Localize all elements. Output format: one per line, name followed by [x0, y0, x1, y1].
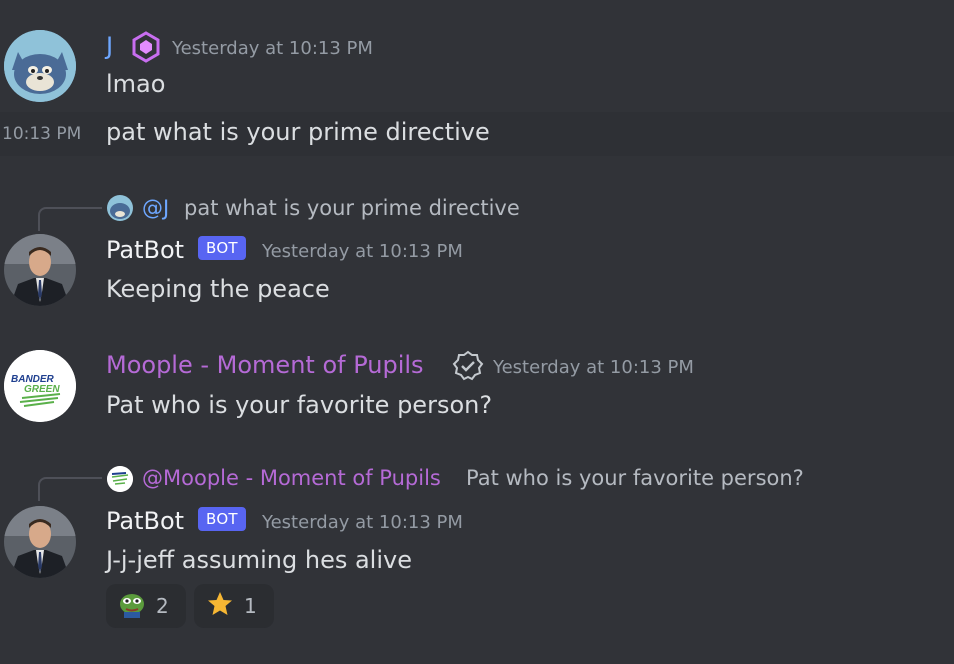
reply-preview-text[interactable]: pat what is your prime directive [184, 196, 520, 220]
message-content: Keeping the peace [106, 275, 330, 303]
avatar-moople[interactable]: BANDER GREEN [4, 350, 76, 422]
compact-timestamp[interactable]: 10:13 PM [2, 124, 81, 144]
reaction-count: 1 [244, 594, 257, 618]
reaction-pepe[interactable]: 2 [106, 584, 186, 628]
message-content: pat what is your prime directive [106, 118, 490, 146]
reaction-count: 2 [156, 594, 169, 618]
timestamp[interactable]: Yesterday at 10:13 PM [172, 38, 373, 59]
avatar-patbot[interactable] [4, 234, 76, 306]
svg-text:GREEN: GREEN [24, 384, 60, 395]
timestamp[interactable]: Yesterday at 10:13 PM [493, 357, 694, 378]
bot-tag: BOT [198, 507, 246, 531]
author-name-moople[interactable]: Moople - Moment of Pupils [106, 351, 424, 379]
reply-avatar-moople [107, 466, 133, 492]
reply-connector [38, 207, 102, 231]
reply-mention[interactable]: @J [142, 196, 169, 220]
reply-connector [38, 477, 102, 501]
author-name-patbot[interactable]: PatBot [106, 507, 184, 535]
avatar-j[interactable] [4, 30, 76, 102]
avatar-patbot[interactable] [4, 506, 76, 578]
reply-preview-text[interactable]: Pat who is your favorite person? [466, 466, 804, 490]
message-content: Pat who is your favorite person? [106, 391, 493, 419]
reply-mention[interactable]: @Moople - Moment of Pupils [142, 466, 441, 490]
message-content: lmao [106, 70, 166, 98]
author-name-j[interactable]: J [106, 32, 113, 60]
timestamp[interactable]: Yesterday at 10:13 PM [262, 512, 463, 533]
reaction-star[interactable]: 1 [194, 584, 274, 628]
reply-avatar-j [107, 195, 133, 221]
message-content: J-j-jeff assuming hes alive [106, 546, 412, 574]
nitro-gem-icon[interactable] [132, 31, 160, 63]
author-name-patbot[interactable]: PatBot [106, 236, 184, 264]
timestamp[interactable]: Yesterday at 10:13 PM [262, 241, 463, 262]
star-emoji-icon [206, 590, 234, 622]
bot-tag: BOT [198, 236, 246, 260]
verified-badge-icon [452, 350, 484, 382]
pepe-emoji-icon [118, 590, 146, 622]
